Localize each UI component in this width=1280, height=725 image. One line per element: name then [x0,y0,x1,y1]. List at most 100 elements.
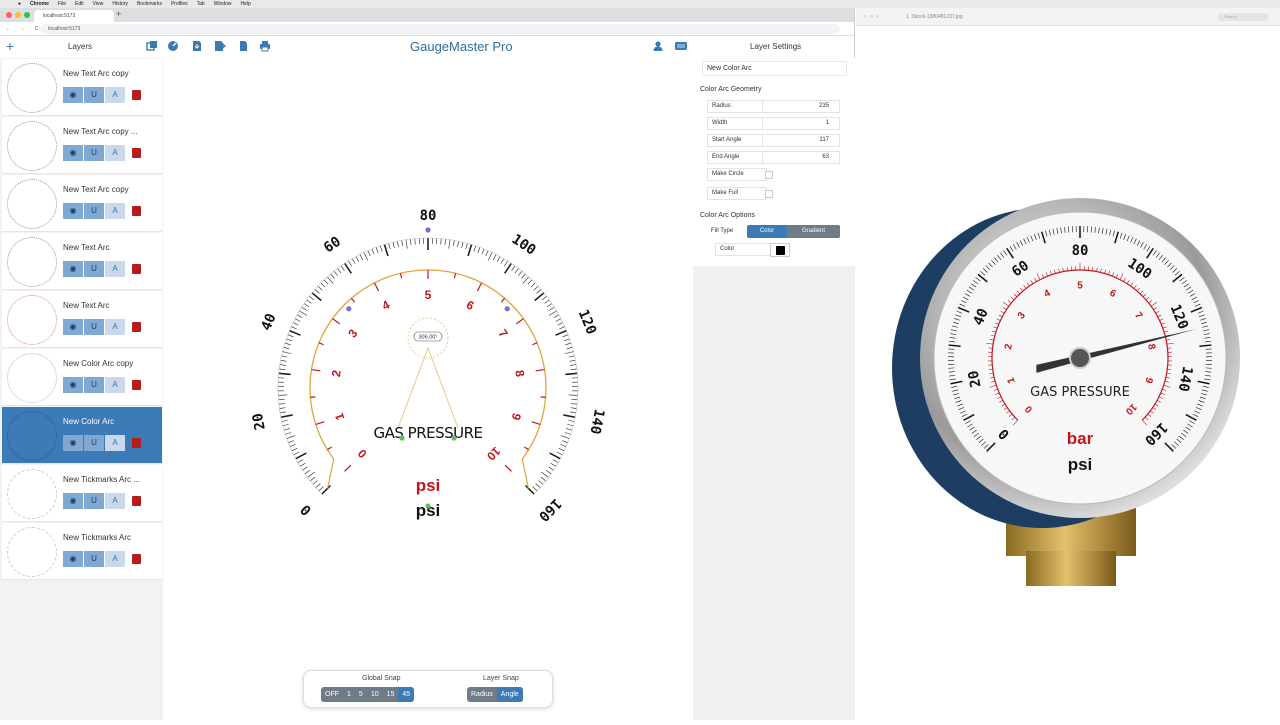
browser-tab[interactable]: localhost:5173 [34,10,114,22]
text-icon[interactable]: A [105,435,125,451]
end-angle-value[interactable]: 63 [822,152,829,163]
drag-handle[interactable] [505,306,510,311]
global-snap-option[interactable]: 15 [383,687,399,702]
close-window-icon[interactable] [6,12,12,18]
duplicate-icon[interactable] [146,40,158,52]
delete-trash-icon[interactable] [132,438,141,448]
snap-magnet-icon[interactable]: U [84,319,104,335]
text-icon[interactable]: A [105,261,125,277]
snap-magnet-icon[interactable]: U [84,145,104,161]
start-angle-field[interactable]: Start Angle117 [707,134,840,147]
drag-handle[interactable] [346,306,351,311]
import-icon[interactable] [191,40,203,52]
visibility-eye-icon[interactable]: ◉ [63,261,83,277]
file-icon[interactable] [237,40,249,52]
global-snap-option[interactable]: 10 [367,687,383,702]
layer-row[interactable]: New Text Arc copy◉UA [2,59,162,116]
visibility-eye-icon[interactable]: ◉ [63,377,83,393]
snap-magnet-icon[interactable]: U [84,261,104,277]
delete-trash-icon[interactable] [132,148,141,158]
layer-row[interactable]: New Text Arc copy ...◉UA [2,117,162,174]
layer-row[interactable]: New Text Arc copy◉UA [2,175,162,232]
minimize-window-icon[interactable] [15,12,21,18]
color-arc-handle-right[interactable] [522,459,528,488]
global-snap-option[interactable]: 45 [398,687,414,702]
fill-gradient-option[interactable]: Gradient [787,225,840,238]
width-value[interactable]: 1 [826,118,829,129]
menu-help[interactable]: Help [241,0,251,8]
fill-type-toggle[interactable]: Color Gradient [747,225,840,238]
visibility-eye-icon[interactable]: ◉ [63,87,83,103]
text-icon[interactable]: A [105,87,125,103]
delete-trash-icon[interactable] [132,90,141,100]
layer-snap-option[interactable]: Radius [467,687,497,702]
preview-search[interactable]: Search [1218,13,1268,21]
width-field[interactable]: Width1 [707,117,840,130]
global-snap-option[interactable]: 5 [355,687,367,702]
url-field[interactable]: localhost:5173 [40,24,840,34]
menu-history[interactable]: History [112,0,128,8]
export-icon[interactable] [214,40,226,52]
text-icon[interactable]: A [105,377,125,393]
global-snap-option[interactable]: OFF [321,687,343,702]
drag-handle[interactable] [399,435,404,440]
start-angle-value[interactable]: 117 [819,135,829,146]
add-layer-button[interactable]: + [4,40,16,52]
gauge-editor-svg[interactable]: 020406080100120140160012345678910306.00°… [163,58,693,720]
snap-magnet-icon[interactable]: U [84,551,104,567]
settings-panel-icon[interactable] [675,40,687,52]
text-icon[interactable]: A [105,319,125,335]
menu-edit[interactable]: Edit [75,0,84,8]
global-snap-option[interactable]: 1 [343,687,355,702]
fill-color-option[interactable]: Color [747,225,787,238]
color-swatch-button[interactable] [770,243,790,257]
drag-handle[interactable] [425,227,430,232]
visibility-eye-icon[interactable]: ◉ [63,493,83,509]
menu-chrome[interactable]: Chrome [30,0,49,8]
visibility-eye-icon[interactable]: ◉ [63,435,83,451]
delete-trash-icon[interactable] [132,322,141,332]
text-icon[interactable]: A [105,493,125,509]
radius-field[interactable]: Radius235 [707,100,840,113]
visibility-eye-icon[interactable]: ◉ [63,203,83,219]
delete-trash-icon[interactable] [132,264,141,274]
make-circle-checkbox[interactable] [765,171,773,179]
text-icon[interactable]: A [105,145,125,161]
layer-row[interactable]: New Tickmarks Arc◉UA [2,523,162,580]
apple-icon[interactable]: ● [18,0,21,8]
visibility-eye-icon[interactable]: ◉ [63,551,83,567]
snap-magnet-icon[interactable]: U [84,87,104,103]
drag-handle[interactable] [425,503,430,508]
print-icon[interactable] [259,40,271,52]
menu-profiles[interactable]: Profiles [171,0,188,8]
nav-buttons[interactable]: ← → C [6,22,42,36]
text-icon[interactable]: A [105,551,125,567]
end-angle-field[interactable]: End Angle63 [707,151,840,164]
zoom-window-icon[interactable] [24,12,30,18]
color-arc-handle-left[interactable] [328,459,334,488]
menu-bookmarks[interactable]: Bookmarks [137,0,162,8]
snap-magnet-icon[interactable]: U [84,493,104,509]
delete-trash-icon[interactable] [132,206,141,216]
snap-magnet-icon[interactable]: U [84,377,104,393]
drag-handle[interactable] [451,435,456,440]
visibility-eye-icon[interactable]: ◉ [63,145,83,161]
layer-row[interactable]: New Text Arc◉UA [2,291,162,348]
gauge-icon[interactable] [167,40,179,52]
delete-trash-icon[interactable] [132,496,141,506]
layer-row[interactable]: New Text Arc◉UA [2,233,162,290]
delete-trash-icon[interactable] [132,380,141,390]
user-icon[interactable] [652,40,664,52]
layer-name-input[interactable]: New Color Arc [702,61,847,76]
delete-trash-icon[interactable] [132,554,141,564]
menu-window[interactable]: Window [214,0,232,8]
menu-view[interactable]: View [93,0,104,8]
new-tab-button[interactable]: + [116,9,121,19]
text-icon[interactable]: A [105,203,125,219]
preview-window-controls[interactable]: ○○○ [864,8,882,26]
visibility-eye-icon[interactable]: ◉ [63,319,83,335]
layer-snap-option[interactable]: Angle [497,687,523,702]
layer-row[interactable]: New Color Arc copy◉UA [2,349,162,406]
menu-tab[interactable]: Tab [197,0,205,8]
gauge-canvas[interactable]: 020406080100120140160012345678910306.00°… [163,58,693,720]
